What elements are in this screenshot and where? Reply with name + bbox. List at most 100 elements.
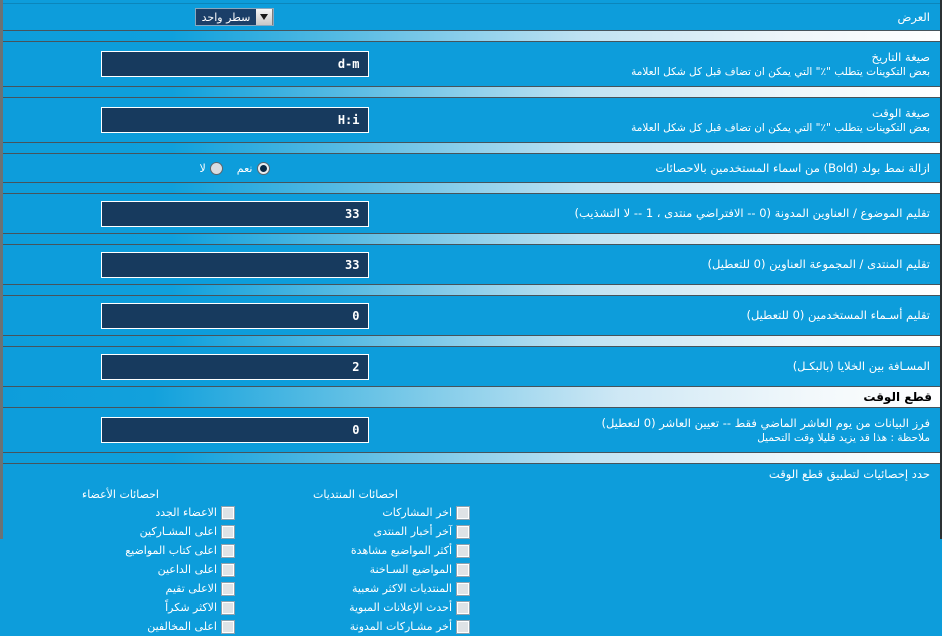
section-header-timecut-title: قطع الوقت: [863, 390, 932, 404]
checkbox-item[interactable]: أخر مشـاركات المدونة: [238, 617, 473, 636]
checkbox-label: أحدث الإعلانات المبوية: [349, 601, 452, 614]
checkbox-item[interactable]: المواضيع السـاخنة: [238, 560, 473, 579]
radio-yes-label: نعم: [236, 161, 253, 175]
divider-5: [3, 233, 940, 245]
checkbox-icon[interactable]: [456, 505, 470, 520]
row-trim-topic-control: 33: [3, 200, 466, 227]
row-trim-topic-label-cell: تقليم الموضوع / العناوين المدونة (0 -- ا…: [466, 206, 934, 221]
checkbox-label: الاعلى تقيم: [165, 582, 217, 595]
checkbox-icon[interactable]: [221, 562, 235, 577]
checkbox-label: أخر مشـاركات المدونة: [349, 620, 452, 633]
row-date-format: صيغة التاريخ بعض التكوينات يتطلب "٪" الت…: [3, 42, 940, 86]
row-trim-forum-control: 33: [3, 251, 466, 278]
radio-yes-icon[interactable]: [256, 161, 270, 175]
row-remove-bold: ازالة نمط بولد (Bold) من اسماء المستخدمي…: [3, 154, 940, 182]
date-format-input[interactable]: d-m: [100, 51, 369, 77]
row-time-format-sub: بعض التكوينات يتطلب "٪" التي يمكن ان تضا…: [631, 121, 930, 134]
remove-bold-radio-yes[interactable]: نعم: [236, 161, 270, 175]
checkbox-item[interactable]: الاعضاء الجدد: [3, 503, 238, 522]
checkbox-label: اعلى المخالفين: [147, 620, 217, 633]
row-display: العرض سطر واحد: [3, 4, 940, 30]
trim-forum-input[interactable]: 33: [100, 251, 369, 278]
row-trim-forum-label-cell: تقليم المنتدى / المجموعة العناوين (0 للت…: [466, 257, 934, 272]
divider-8: [3, 452, 940, 464]
checkbox-label: اخر المشاركات: [382, 506, 452, 519]
checkbox-icon[interactable]: [456, 543, 470, 558]
checkbox-column-forums-header: احصائات المنتديات: [313, 488, 398, 501]
cell-spacing-input[interactable]: 2: [100, 353, 369, 380]
checkbox-item[interactable]: أكثر المواضيع مشاهدة: [238, 541, 473, 560]
row-cell-spacing-label: المسـافة بين الخلايا (بالبكـل): [792, 359, 930, 373]
checkbox-column-forums: احصائات المنتديات اخر المشاركات آخر أخبا…: [238, 486, 473, 636]
row-trim-topic: تقليم الموضوع / العناوين المدونة (0 -- ا…: [3, 194, 940, 233]
checkbox-label: آخر أخبار المنتدى: [373, 525, 452, 538]
checkbox-area-spacer: [473, 486, 940, 636]
checkbox-icon[interactable]: [221, 524, 235, 539]
divider-7: [3, 335, 940, 347]
checkbox-item[interactable]: اعلى كتاب المواضيع: [3, 541, 238, 560]
checkbox-label: المنتديات الاكثر شعبية: [352, 582, 452, 595]
checkbox-icon[interactable]: [456, 600, 470, 615]
radio-no-label: لا: [199, 161, 206, 175]
checkbox-icon[interactable]: [456, 562, 470, 577]
checkbox-column-members-header: احصائات الأعضاء: [82, 488, 159, 501]
checkbox-item[interactable]: اخر المشاركات: [238, 503, 473, 522]
row-date-format-label-cell: صيغة التاريخ بعض التكوينات يتطلب "٪" الت…: [466, 50, 934, 79]
row-timecut-sort-label: فرز البيانات من يوم العاشر الماضي فقط --…: [601, 415, 930, 430]
checkbox-label: الاعضاء الجدد: [155, 506, 217, 519]
checkbox-icon[interactable]: [456, 524, 470, 539]
row-trim-users-label: تقليم أسـماء المستخدمين (0 للتعطيل): [746, 308, 930, 322]
checkbox-icon[interactable]: [221, 600, 235, 615]
checkbox-item[interactable]: اعلى المشـاركين: [3, 522, 238, 541]
checkbox-icon[interactable]: [221, 619, 235, 634]
row-select-stats-label-cell: حدد إحصائيات لتطبيق قطع الوقت: [466, 467, 934, 482]
row-timecut-sort-label-cell: فرز البيانات من يوم العاشر الماضي فقط --…: [466, 416, 934, 445]
checkbox-item[interactable]: الاكثر شكراً: [3, 598, 238, 617]
checkbox-label: اعلى المشـاركين: [139, 525, 217, 538]
checkbox-label: المواضيع السـاخنة: [369, 563, 452, 576]
checkbox-icon[interactable]: [456, 581, 470, 596]
row-date-format-control: d-m: [3, 51, 466, 77]
row-timecut-sort: فرز البيانات من يوم العاشر الماضي فقط --…: [3, 408, 940, 452]
row-cell-spacing-control: 2: [3, 353, 466, 380]
checkbox-label: الاكثر شكراً: [165, 601, 217, 614]
remove-bold-radio-no[interactable]: لا: [199, 161, 223, 175]
remove-bold-radio-group: نعم لا: [199, 161, 270, 175]
checkbox-icon[interactable]: [456, 619, 470, 634]
divider-2: [3, 86, 940, 98]
checkbox-item[interactable]: الاعلى تقيم: [3, 579, 238, 598]
checkbox-icon[interactable]: [221, 505, 235, 520]
checkbox-item[interactable]: أحدث الإعلانات المبوية: [238, 598, 473, 617]
checkbox-label: اعلى الداعين: [157, 563, 217, 576]
row-select-stats: حدد إحصائيات لتطبيق قطع الوقت: [3, 464, 940, 484]
row-remove-bold-label: ازالة نمط بولد (Bold) من اسماء المستخدمي…: [655, 160, 930, 175]
divider-6: [3, 284, 940, 296]
row-trim-users: تقليم أسـماء المستخدمين (0 للتعطيل) 0: [3, 296, 940, 335]
divider-3: [3, 142, 940, 154]
row-cell-spacing-label-cell: المسـافة بين الخلايا (بالبكـل): [466, 359, 934, 374]
checkbox-icon[interactable]: [221, 543, 235, 558]
checkbox-item[interactable]: اعلى المخالفين: [3, 617, 238, 636]
trim-topic-input[interactable]: 33: [100, 200, 369, 227]
section-header-timecut: قطع الوقت: [3, 386, 940, 408]
display-mode-select[interactable]: سطر واحد: [194, 8, 275, 26]
row-trim-forum: تقليم المنتدى / المجموعة العناوين (0 للت…: [3, 245, 940, 284]
row-timecut-sort-sub: ملاحظة : هذا قد يزيد قليلا وقت التحميل: [757, 431, 930, 444]
chevron-down-icon[interactable]: [256, 9, 274, 25]
row-time-format: صيغة الوقت بعض التكوينات يتطلب "٪" التي …: [3, 98, 940, 142]
row-display-label: العرض: [897, 9, 931, 24]
row-display-control: سطر واحد: [3, 8, 466, 26]
time-format-input[interactable]: H:i: [100, 107, 369, 133]
row-time-format-label: صيغة الوقت: [871, 105, 930, 120]
checkbox-item[interactable]: المنتديات الاكثر شعبية: [238, 579, 473, 598]
checkbox-item[interactable]: اعلى الداعين: [3, 560, 238, 579]
checkbox-icon[interactable]: [221, 581, 235, 596]
row-trim-forum-label: تقليم المنتدى / المجموعة العناوين (0 للت…: [707, 257, 930, 271]
timecut-sort-input[interactable]: 0: [100, 417, 369, 443]
checkbox-item[interactable]: آخر أخبار المنتدى: [238, 522, 473, 541]
radio-no-icon[interactable]: [209, 161, 223, 175]
row-timecut-sort-control: 0: [3, 417, 466, 443]
row-date-format-label: صيغة التاريخ: [871, 49, 930, 64]
trim-users-input[interactable]: 0: [100, 302, 369, 329]
row-remove-bold-control: نعم لا: [3, 161, 466, 175]
